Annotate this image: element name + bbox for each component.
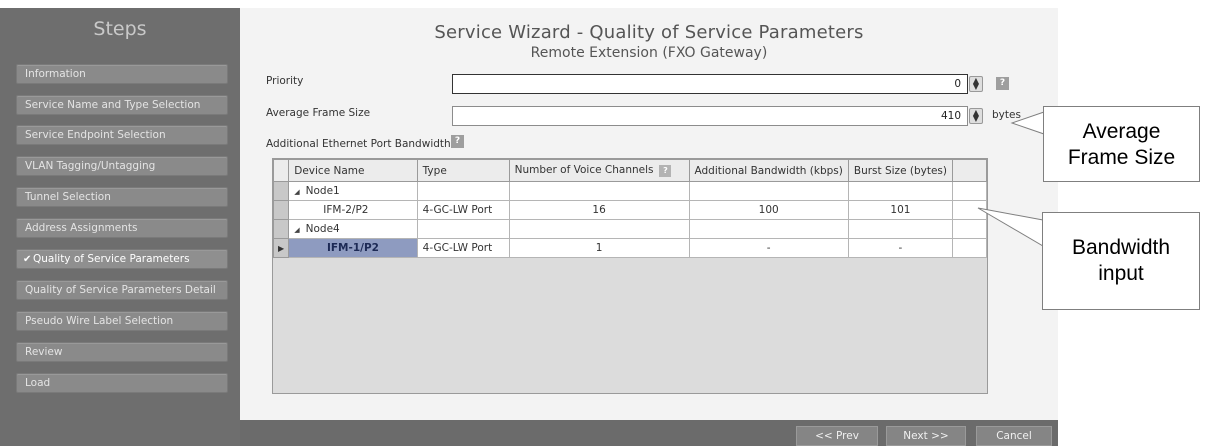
- cell-empty: [508, 181, 690, 201]
- table-row-current[interactable]: ▶ IFM-1/P2 4-GC-LW Port 1 - -: [272, 238, 987, 258]
- step-service-endpoint[interactable]: Service Endpoint Selection: [16, 125, 228, 145]
- step-address-assignments[interactable]: Address Assignments: [16, 218, 228, 238]
- step-pseudo-wire-label[interactable]: Pseudo Wire Label Selection: [16, 311, 228, 331]
- callout-line: Frame Size: [1067, 146, 1176, 169]
- group-cell[interactable]: ◢ Node4: [288, 219, 418, 239]
- steps-sidebar: Steps Information Service Name and Type …: [0, 8, 240, 446]
- bandwidth-callout: Bandwidth input: [1042, 212, 1200, 310]
- frame-size-input[interactable]: 410: [452, 106, 968, 126]
- step-tunnel-selection[interactable]: Tunnel Selection: [16, 187, 228, 207]
- row-header[interactable]: [272, 181, 290, 201]
- group-name: Node1: [305, 185, 340, 197]
- cell-empty: [952, 219, 987, 239]
- column-header-voice-channels[interactable]: Number of Voice Channels?: [508, 159, 690, 182]
- device-name-cell[interactable]: IFM-2/P2: [288, 200, 418, 220]
- cell-empty: [416, 219, 510, 239]
- bandwidth-label: Additional Ethernet Port Bandwidth: [266, 138, 451, 150]
- bandwidth-table: Device Name Type Number of Voice Channel…: [272, 159, 987, 258]
- voice-channels-cell[interactable]: 16: [508, 200, 690, 220]
- callout-line: Average: [1082, 120, 1161, 143]
- wizard-window: Steps Information Service Name and Type …: [0, 8, 1058, 446]
- cell-empty: [688, 219, 849, 239]
- step-review[interactable]: Review: [16, 342, 228, 362]
- next-button[interactable]: Next >>: [886, 426, 966, 446]
- step-label: Address Assignments: [25, 222, 138, 234]
- column-header-type[interactable]: Type: [416, 159, 510, 182]
- callout-line: Bandwidth: [1071, 236, 1171, 259]
- type-cell[interactable]: 4-GC-LW Port: [416, 238, 510, 258]
- frame-size-callout: Average Frame Size: [1043, 106, 1200, 182]
- voice-channels-help-icon[interactable]: ?: [659, 165, 672, 177]
- bandwidth-cell[interactable]: -: [688, 238, 849, 258]
- current-row-arrow-icon: ▶: [278, 244, 285, 253]
- step-vlan-tagging[interactable]: VLAN Tagging/Untagging: [16, 156, 228, 176]
- step-label: Review: [25, 346, 63, 358]
- callout-line: input: [1098, 262, 1144, 285]
- row-header[interactable]: [272, 219, 290, 239]
- cell-empty: [952, 238, 987, 258]
- cell-empty: [952, 200, 987, 220]
- step-qos-parameters-detail[interactable]: Quality of Service Parameters Detail: [16, 280, 228, 300]
- column-header-burst-size[interactable]: Burst Size (bytes): [847, 159, 954, 182]
- frame-size-label: Average Frame Size: [266, 107, 371, 119]
- frame-size-unit: bytes: [992, 109, 1021, 121]
- row-header-corner: [272, 159, 290, 182]
- priority-help-icon[interactable]: ?: [996, 77, 1009, 90]
- step-label: Load: [25, 377, 51, 389]
- priority-input[interactable]: 0: [452, 74, 968, 94]
- bandwidth-cell[interactable]: 100: [688, 200, 849, 220]
- page-subtitle: Remote Extension (FXO Gateway): [530, 45, 768, 61]
- cell-empty: [688, 181, 849, 201]
- cell-empty: [952, 181, 987, 201]
- column-header-additional-bandwidth[interactable]: Additional Bandwidth (kbps): [688, 159, 849, 182]
- cell-empty: [508, 219, 690, 239]
- bandwidth-grid: Device Name Type Number of Voice Channel…: [272, 158, 988, 394]
- row-header[interactable]: [272, 200, 290, 220]
- step-service-name-type[interactable]: Service Name and Type Selection: [16, 95, 228, 115]
- table-row-group[interactable]: ◢ Node4: [272, 219, 987, 239]
- step-label: Quality of Service Parameters Detail: [25, 284, 216, 296]
- step-load[interactable]: Load: [16, 373, 228, 393]
- step-label: VLAN Tagging/Untagging: [25, 160, 156, 172]
- device-name-cell[interactable]: IFM-1/P2: [288, 238, 418, 258]
- priority-label: Priority: [266, 75, 304, 87]
- voice-channels-cell[interactable]: 1: [508, 238, 690, 258]
- step-label: Quality of Service Parameters: [33, 253, 190, 265]
- prev-button[interactable]: << Prev: [796, 426, 878, 446]
- collapse-triangle-icon[interactable]: ◢: [294, 226, 299, 234]
- priority-spinner[interactable]: ▲ ▼: [969, 76, 983, 92]
- step-information[interactable]: Information: [16, 64, 228, 84]
- table-row[interactable]: IFM-2/P2 4-GC-LW Port 16 100 101: [272, 200, 987, 220]
- type-cell[interactable]: 4-GC-LW Port: [416, 200, 510, 220]
- step-qos-parameters[interactable]: ✔ Quality of Service Parameters: [16, 249, 228, 269]
- column-header-filler: [952, 159, 987, 182]
- cell-empty: [847, 181, 954, 201]
- step-label: Information: [25, 68, 86, 80]
- collapse-triangle-icon[interactable]: ◢: [294, 188, 299, 196]
- checkmark-icon: ✔: [23, 254, 32, 265]
- frame-size-spinner[interactable]: ▲ ▼: [969, 108, 983, 124]
- table-row-group[interactable]: ◢ Node1: [272, 181, 987, 201]
- bandwidth-help-icon[interactable]: ?: [451, 135, 464, 148]
- main-panel: Service Wizard - Quality of Service Para…: [240, 8, 1058, 420]
- group-cell[interactable]: ◢ Node1: [288, 181, 418, 201]
- step-label: Tunnel Selection: [25, 191, 111, 203]
- burst-size-cell[interactable]: 101: [847, 200, 954, 220]
- step-label: Service Endpoint Selection: [25, 129, 166, 141]
- group-name: Node4: [305, 223, 340, 235]
- row-header[interactable]: ▶: [272, 238, 290, 258]
- step-label: Pseudo Wire Label Selection: [25, 315, 174, 327]
- page-title: Service Wizard - Quality of Service Para…: [434, 22, 864, 43]
- cell-empty: [847, 219, 954, 239]
- burst-size-cell[interactable]: -: [847, 238, 954, 258]
- step-label: Service Name and Type Selection: [25, 99, 201, 111]
- column-label: Number of Voice Channels: [514, 164, 654, 176]
- cell-empty: [416, 181, 510, 201]
- column-header-device-name[interactable]: Device Name: [288, 159, 418, 182]
- cancel-button[interactable]: Cancel: [976, 426, 1052, 446]
- steps-title: Steps: [93, 18, 147, 40]
